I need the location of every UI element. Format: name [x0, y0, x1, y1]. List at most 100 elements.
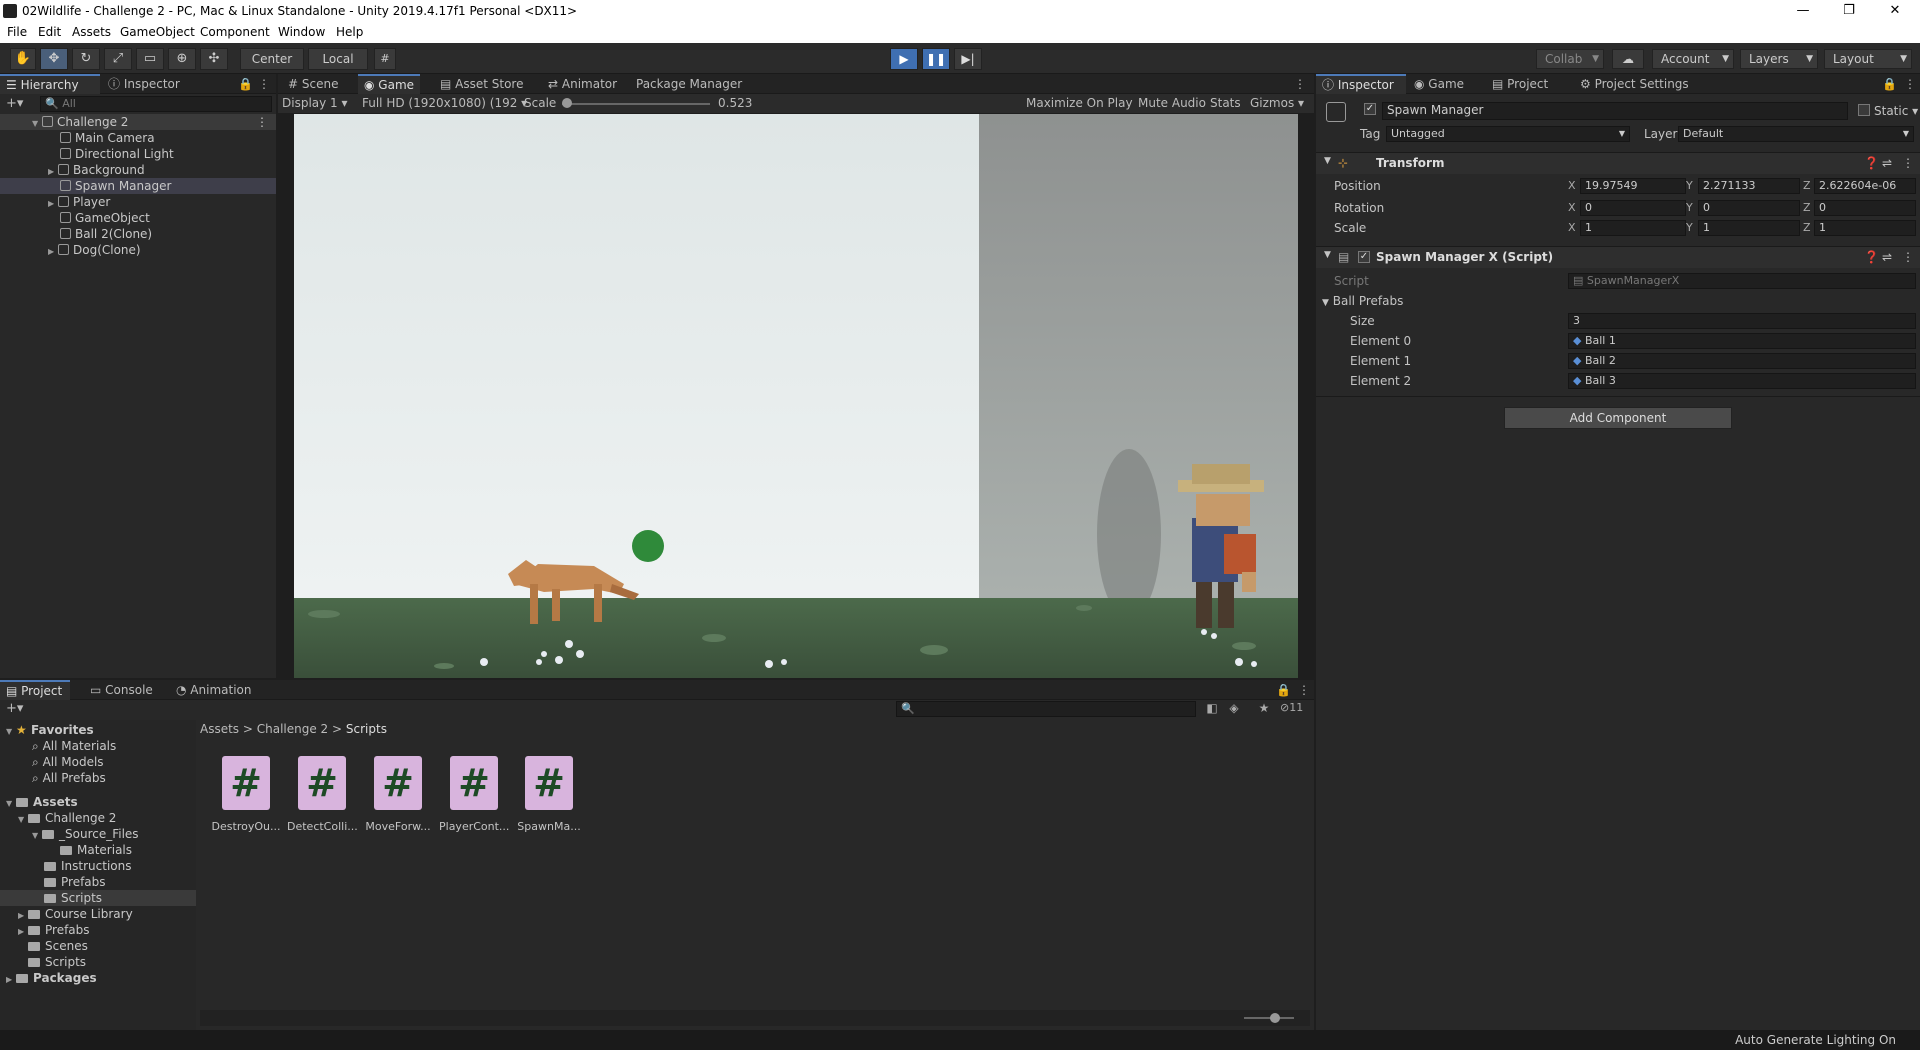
- tab-project[interactable]: ▤ Project: [0, 680, 70, 700]
- tab-animation[interactable]: ◔ Animation: [170, 680, 257, 700]
- tab-scene[interactable]: # Scene: [282, 74, 344, 94]
- menu-edit[interactable]: Edit: [38, 25, 61, 39]
- lock-icon[interactable]: 🔒: [1882, 74, 1897, 94]
- element-0-field[interactable]: ◆ Ball 1: [1568, 333, 1916, 349]
- tab-project-settings[interactable]: ⚙ Project Settings: [1574, 74, 1695, 94]
- layer-dropdown[interactable]: Default ▼: [1678, 126, 1914, 142]
- scale-slider[interactable]: [562, 103, 710, 105]
- tab-animator[interactable]: ⇄ Animator: [542, 74, 623, 94]
- component-menu-icon[interactable]: ⋮: [1902, 250, 1914, 264]
- packages-row[interactable]: ▶ Packages: [6, 970, 97, 986]
- hierarchy-item[interactable]: Main Camera: [60, 130, 155, 146]
- tab-game[interactable]: ◉ Game: [358, 74, 421, 94]
- folder-row[interactable]: Materials: [60, 842, 132, 858]
- expand-arrow-icon[interactable]: ▼: [6, 724, 16, 740]
- script-asset[interactable]: # PlayerCont...: [439, 756, 509, 836]
- move-icon[interactable]: ✥: [40, 48, 68, 70]
- size-field[interactable]: 3: [1568, 313, 1916, 329]
- close-icon[interactable]: ✕: [1872, 0, 1918, 23]
- pause-icon[interactable]: ❚❚: [922, 48, 950, 70]
- hierarchy-item[interactable]: ▶ Player: [48, 194, 110, 210]
- position-z-field[interactable]: 2.622604e-06: [1814, 178, 1916, 194]
- hierarchy-item[interactable]: ▶ Dog(Clone): [48, 242, 141, 258]
- transform-icon[interactable]: ⊕: [168, 48, 196, 70]
- scale-y-field[interactable]: 1: [1698, 220, 1800, 236]
- kebab-menu-icon[interactable]: ⋮: [1294, 74, 1306, 94]
- layers-dropdown[interactable]: Layers ▼: [1740, 49, 1818, 69]
- collapsed-arrow-icon[interactable]: ▶: [48, 196, 58, 212]
- menu-gameobject[interactable]: GameObject: [120, 25, 195, 39]
- star-icon[interactable]: ★: [1254, 701, 1274, 715]
- hierarchy-item[interactable]: GameObject: [60, 210, 150, 226]
- collapsed-arrow-icon[interactable]: ▶: [18, 924, 28, 940]
- static-checkbox[interactable]: [1858, 104, 1870, 116]
- tab-inspector-left[interactable]: ⓘ Inspector: [102, 74, 194, 94]
- static-dropdown[interactable]: Static ▾: [1874, 103, 1918, 119]
- menu-window[interactable]: Window: [278, 25, 325, 39]
- create-plus-icon[interactable]: +▾: [6, 701, 23, 716]
- transform-header[interactable]: ▼ ⊹ Transform ❓ ⇌ ⋮: [1316, 152, 1920, 174]
- tab-asset-store[interactable]: ▤ Asset Store: [434, 74, 530, 94]
- hierarchy-item-selected[interactable]: Spawn Manager: [0, 178, 276, 194]
- maximize-icon[interactable]: ❐: [1826, 0, 1872, 23]
- icon-size-slider-handle[interactable]: [1270, 1013, 1280, 1023]
- expand-arrow-icon[interactable]: ▼: [6, 796, 16, 812]
- expand-arrow-icon[interactable]: ▼: [18, 812, 28, 828]
- hidden-packages-badge[interactable]: ⊘11: [1280, 701, 1312, 714]
- script-asset[interactable]: # MoveForw...: [363, 756, 433, 836]
- tab-game-right[interactable]: ◉ Game: [1408, 74, 1470, 94]
- active-checkbox[interactable]: ✓: [1364, 103, 1376, 115]
- help-icon[interactable]: ❓: [1864, 156, 1879, 170]
- collapsed-arrow-icon[interactable]: ▶: [48, 244, 58, 260]
- gizmos-dropdown[interactable]: Gizmos ▾: [1250, 94, 1304, 113]
- filter-label-icon[interactable]: ◈: [1224, 701, 1244, 715]
- ball-prefabs-foldout[interactable]: ▼ Ball Prefabs: [1322, 293, 1403, 311]
- folder-row-selected[interactable]: Scripts: [0, 890, 196, 906]
- collapsed-arrow-icon[interactable]: ▶: [6, 972, 16, 988]
- script-asset[interactable]: # SpawnMa...: [514, 756, 584, 836]
- rotation-x-field[interactable]: 0: [1580, 200, 1686, 216]
- scale-icon[interactable]: ⤢: [104, 48, 132, 70]
- rect-icon[interactable]: ▭: [136, 48, 164, 70]
- tab-console[interactable]: ▭ Console: [84, 680, 159, 700]
- preset-icon[interactable]: ⇌: [1882, 250, 1892, 264]
- hierarchy-search-input[interactable]: 🔍 All: [40, 96, 272, 112]
- hierarchy-item[interactable]: Ball 2(Clone): [60, 226, 152, 242]
- layout-dropdown[interactable]: Layout ▼: [1824, 49, 1912, 69]
- display-dropdown[interactable]: Display 1 ▾: [282, 94, 348, 113]
- expand-arrow-icon[interactable]: ▼: [1324, 156, 1331, 166]
- kebab-menu-icon[interactable]: ⋮: [1298, 680, 1310, 700]
- game-viewport[interactable]: [294, 114, 1298, 678]
- favorite-item[interactable]: ⌕ All Models: [32, 754, 104, 770]
- scale-slider-handle[interactable]: [562, 98, 572, 108]
- lock-icon[interactable]: 🔒: [238, 74, 256, 94]
- kebab-menu-icon[interactable]: ⋮: [1904, 74, 1916, 94]
- folder-row[interactable]: ▼ Challenge 2: [18, 810, 116, 826]
- folder-row[interactable]: Scripts: [28, 954, 86, 970]
- position-x-field[interactable]: 19.97549: [1580, 178, 1686, 194]
- expand-arrow-icon[interactable]: ▼: [32, 828, 42, 844]
- expand-arrow-icon[interactable]: ▼: [32, 116, 42, 132]
- scale-z-field[interactable]: 1: [1814, 220, 1916, 236]
- resolution-dropdown[interactable]: Full HD (1920x1080) (192 ▾: [362, 94, 527, 113]
- menu-file[interactable]: File: [7, 25, 27, 39]
- icon-size-slider[interactable]: [1244, 1017, 1294, 1019]
- account-dropdown[interactable]: Account ▼: [1652, 49, 1734, 69]
- scene-row[interactable]: ▼ Challenge 2 ⋮: [0, 114, 276, 130]
- script-asset[interactable]: # DestroyOu...: [211, 756, 281, 836]
- mute-audio-toggle[interactable]: Mute Audio: [1138, 94, 1206, 113]
- tag-dropdown[interactable]: Untagged ▼: [1386, 126, 1630, 142]
- script-component-header[interactable]: ▼ ▤ ✓ Spawn Manager X (Script) ❓ ⇌ ⋮: [1316, 246, 1920, 268]
- menu-help[interactable]: Help: [336, 25, 363, 39]
- step-icon[interactable]: ▶|: [954, 48, 982, 70]
- lock-icon[interactable]: 🔒: [1276, 680, 1291, 700]
- tab-project-right[interactable]: ▤ Project: [1486, 74, 1554, 94]
- favorites-row[interactable]: ▼ ★ Favorites: [6, 722, 94, 738]
- maximize-on-play-toggle[interactable]: Maximize On Play: [1026, 94, 1133, 113]
- folder-row[interactable]: ▶ Course Library: [18, 906, 133, 922]
- scale-x-field[interactable]: 1: [1580, 220, 1686, 236]
- preset-icon[interactable]: ⇌: [1882, 156, 1892, 170]
- add-component-button[interactable]: Add Component: [1504, 407, 1732, 429]
- hierarchy-item[interactable]: ▶ Background: [48, 162, 145, 178]
- create-plus-icon[interactable]: +▾: [6, 96, 36, 112]
